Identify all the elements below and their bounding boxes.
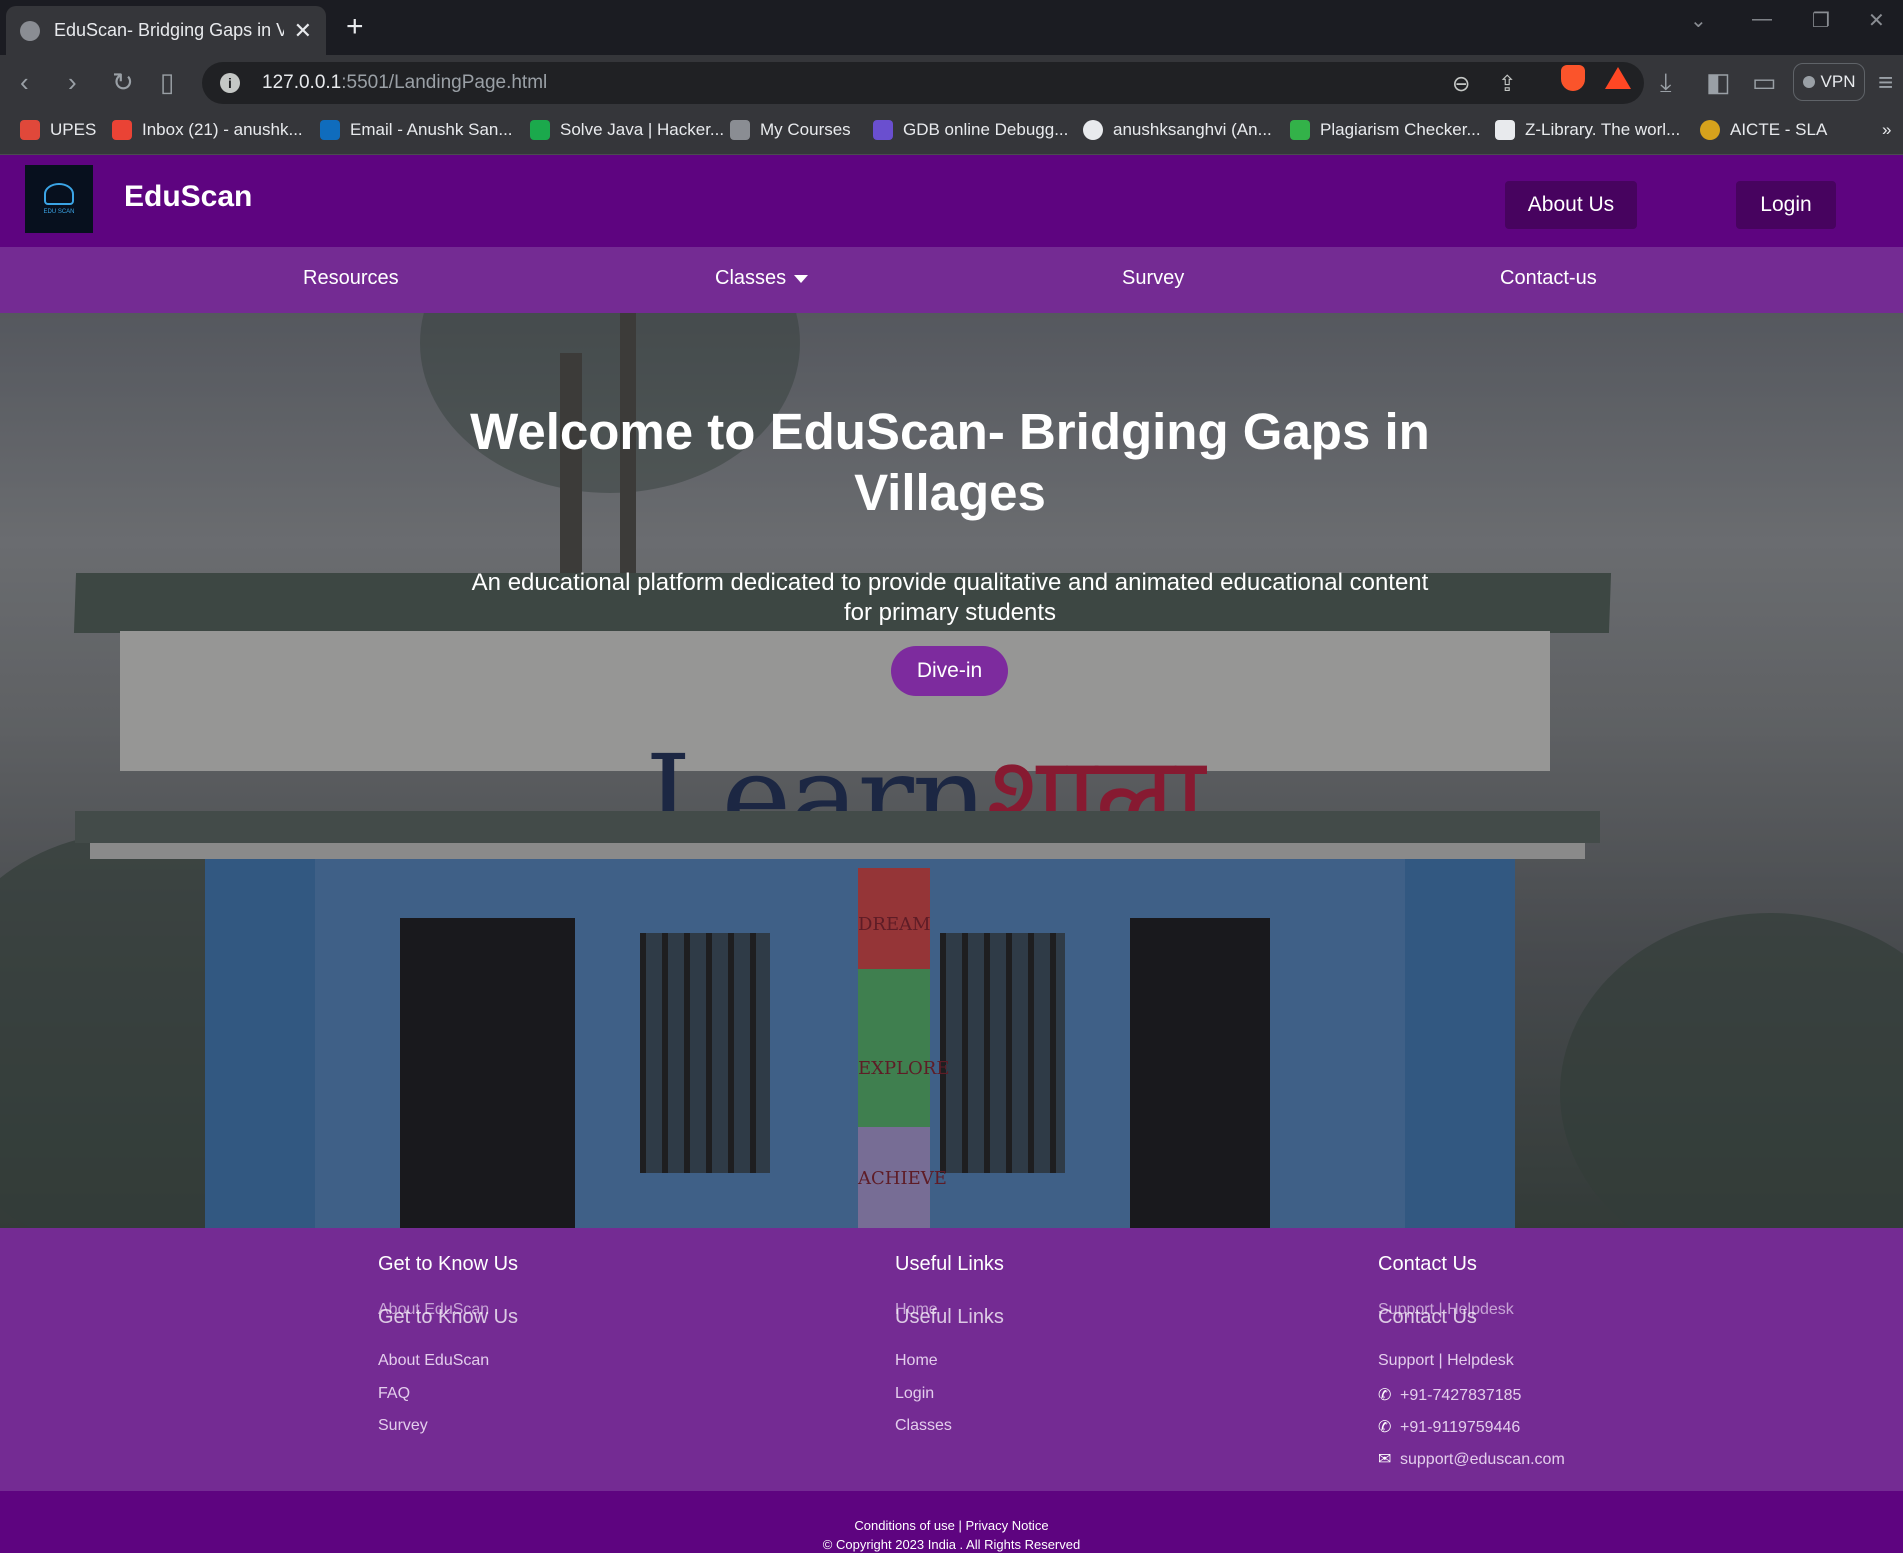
back-icon[interactable]: ‹ bbox=[20, 68, 29, 96]
site-footer: Get to Know Us About EduScan Get to Know… bbox=[0, 1228, 1903, 1491]
bookmark-inbox[interactable]: Inbox (21) - anushk... bbox=[112, 120, 303, 140]
close-tab-icon[interactable]: ✕ bbox=[294, 18, 312, 44]
legal-links[interactable]: Conditions of use | Privacy Notice bbox=[0, 1518, 1903, 1533]
dive-in-button[interactable]: Dive-in bbox=[891, 646, 1008, 696]
bookmark-icon[interactable]: ▯ bbox=[160, 68, 174, 96]
bookmarks-bar: UPES Inbox (21) - anushk... Email - Anus… bbox=[0, 110, 1903, 155]
footer-phone-1[interactable]: ✆ +91-7427837185 bbox=[1378, 1385, 1521, 1405]
tab-title: EduScan- Bridging Gaps in Villag bbox=[54, 20, 284, 40]
footer-email[interactable]: ✉ support@eduscan.com bbox=[1378, 1449, 1565, 1469]
upes-icon bbox=[20, 120, 40, 140]
footer-link-about[interactable]: About EduScan bbox=[378, 1352, 489, 1370]
eduscan-logo[interactable]: EDU SCAN bbox=[25, 165, 93, 233]
footer-heading-duplicate: Contact Us bbox=[1378, 1306, 1477, 1328]
download-icon[interactable]: ⤓ bbox=[1660, 68, 1672, 96]
phone-icon: ✆ bbox=[1378, 1387, 1392, 1404]
address-bar[interactable]: i 127.0.0.1:5501/LandingPage.html ⊖ ⇪ bbox=[202, 62, 1644, 104]
footer-link-faq[interactable]: FAQ bbox=[378, 1385, 410, 1403]
bookmark-zlibrary[interactable]: Z-Library. The worl... bbox=[1495, 120, 1680, 140]
site-header: EDU SCAN EduScan About Us Login bbox=[0, 155, 1903, 247]
bookmark-github[interactable]: anushksanghvi (An... bbox=[1083, 120, 1272, 140]
login-button[interactable]: Login bbox=[1736, 181, 1836, 229]
gmail-icon bbox=[112, 120, 132, 140]
hero-title: Welcome to EduScan- Bridging Gaps in Vil… bbox=[470, 403, 1430, 521]
sidebar-icon[interactable]: ◧ bbox=[1706, 68, 1731, 96]
courses-icon bbox=[730, 120, 750, 140]
footer-heading-duplicate: Useful Links bbox=[895, 1306, 1004, 1328]
copyright-text: © Copyright 2023 India . All Rights Rese… bbox=[822, 1537, 1081, 1552]
caret-down-icon bbox=[794, 274, 809, 283]
plagiarism-icon bbox=[1290, 120, 1310, 140]
bookmark-hackerrank[interactable]: Solve Java | Hacker... bbox=[530, 120, 724, 140]
envelope-icon: ✉ bbox=[1378, 1451, 1392, 1468]
reload-icon[interactable]: ↻ bbox=[112, 68, 134, 96]
zlibrary-icon bbox=[1495, 120, 1515, 140]
hero-subtitle: An educational platform dedicated to pro… bbox=[471, 569, 1429, 626]
brave-shield-icon[interactable] bbox=[1561, 65, 1585, 91]
hackerrank-icon bbox=[530, 120, 550, 140]
hero-section: Learnशाला DREAM EXPLORE ACHIEVE Welcome … bbox=[0, 313, 1903, 1228]
about-us-button[interactable]: About Us bbox=[1505, 181, 1637, 229]
url-text: 127.0.0.1:5501/LandingPage.html bbox=[262, 72, 548, 93]
footer-link-home[interactable]: Home bbox=[895, 1352, 938, 1370]
footer-heading: Useful Links bbox=[895, 1253, 1004, 1275]
bookmark-my-courses[interactable]: My Courses bbox=[730, 120, 851, 140]
phone-icon: ✆ bbox=[1378, 1419, 1392, 1436]
site-info-icon[interactable]: i bbox=[220, 73, 240, 93]
browser-titlebar: EduScan- Bridging Gaps in Villag ✕ + ⌄ —… bbox=[0, 0, 1903, 55]
footer-heading: Get to Know Us bbox=[378, 1253, 519, 1275]
github-icon bbox=[1083, 120, 1103, 140]
webpage: EDU SCAN EduScan About Us Login Resource… bbox=[0, 155, 1903, 1553]
vpn-button[interactable]: VPN bbox=[1793, 63, 1865, 101]
bookmark-gdb[interactable]: GDB online Debugg... bbox=[873, 120, 1068, 140]
share-icon[interactable]: ⇪ bbox=[1498, 71, 1516, 97]
footer-phone-2[interactable]: ✆ +91-9119759446 bbox=[1378, 1417, 1520, 1437]
nav-contact-us[interactable]: Contact-us bbox=[1500, 267, 1597, 290]
browser-toolbar: ‹ › ↻ ▯ i 127.0.0.1:5501/LandingPage.htm… bbox=[0, 55, 1903, 110]
bookmark-upes[interactable]: UPES bbox=[20, 120, 96, 140]
bookmark-aicte[interactable]: AICTE - SLA bbox=[1700, 120, 1827, 140]
footer-heading: Contact Us bbox=[1378, 1253, 1477, 1275]
outlook-icon bbox=[320, 120, 340, 140]
logo-emblem-icon bbox=[44, 183, 74, 205]
brand-name: EduScan bbox=[124, 180, 253, 213]
footer-link-login[interactable]: Login bbox=[895, 1385, 934, 1403]
zoom-icon[interactable]: ⊖ bbox=[1452, 71, 1470, 97]
bookmark-email[interactable]: Email - Anushk San... bbox=[320, 120, 513, 140]
restore-icon[interactable]: ❐ bbox=[1812, 8, 1830, 33]
aicte-icon bbox=[1700, 120, 1720, 140]
browser-tab[interactable]: EduScan- Bridging Gaps in Villag ✕ bbox=[6, 6, 326, 55]
menu-icon[interactable]: ≡ bbox=[1878, 68, 1893, 96]
nav-classes[interactable]: Classes bbox=[715, 267, 809, 290]
footer-link-classes[interactable]: Classes bbox=[895, 1417, 952, 1435]
minimize-icon[interactable]: — bbox=[1752, 8, 1772, 31]
nav-resources[interactable]: Resources bbox=[303, 267, 399, 290]
nav-survey[interactable]: Survey bbox=[1122, 267, 1184, 290]
globe-icon bbox=[20, 20, 40, 41]
footer-bottom-bar: Conditions of use | Privacy Notice © Cop… bbox=[0, 1491, 1903, 1553]
close-window-icon[interactable]: ✕ bbox=[1868, 8, 1885, 33]
footer-heading-duplicate: Get to Know Us bbox=[378, 1306, 519, 1328]
more-bookmarks-icon[interactable]: » bbox=[1882, 120, 1891, 140]
gdb-icon bbox=[873, 120, 893, 140]
new-tab-button[interactable]: + bbox=[346, 10, 364, 44]
forward-icon[interactable]: › bbox=[68, 68, 77, 96]
brave-rewards-icon[interactable] bbox=[1605, 67, 1631, 89]
footer-link-survey[interactable]: Survey bbox=[378, 1417, 428, 1435]
vpn-status-icon bbox=[1802, 76, 1815, 88]
footer-link-helpdesk[interactable]: Support | Helpdesk bbox=[1378, 1352, 1514, 1370]
tab-search-icon[interactable]: ⌄ bbox=[1690, 8, 1707, 33]
bookmark-plagiarism[interactable]: Plagiarism Checker... bbox=[1290, 120, 1481, 140]
logo-text: EDU SCAN bbox=[43, 209, 75, 215]
wallet-icon[interactable]: ▭ bbox=[1752, 68, 1777, 96]
main-nav: Resources Classes Survey Contact-us bbox=[0, 247, 1903, 313]
